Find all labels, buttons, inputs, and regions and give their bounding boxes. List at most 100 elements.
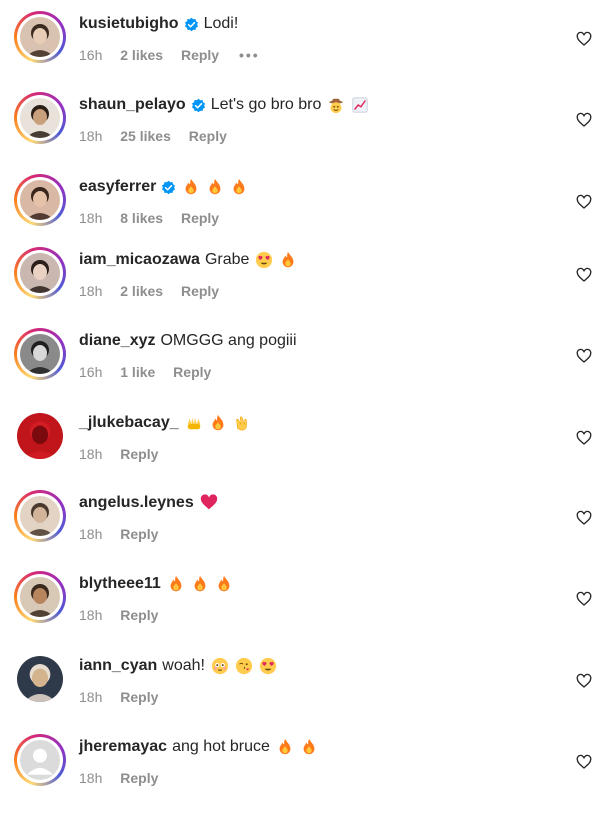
- avatar[interactable]: [14, 653, 66, 705]
- comment-meta: 18h Reply: [79, 689, 172, 705]
- comment-line: angelus.leynes: [79, 494, 218, 512]
- fire-emoji-icon: [209, 575, 233, 593]
- avatar[interactable]: [14, 328, 66, 380]
- reply-button[interactable]: Reply: [181, 47, 219, 63]
- avatar-image: [20, 180, 60, 220]
- heart-outline-icon[interactable]: [576, 510, 592, 526]
- avatar[interactable]: [14, 11, 66, 63]
- heart-outline-icon[interactable]: [576, 430, 592, 446]
- reply-button[interactable]: Reply: [173, 364, 211, 380]
- comment-username[interactable]: blytheee11: [79, 575, 161, 593]
- avatar[interactable]: [14, 174, 66, 226]
- heart-outline-icon[interactable]: [576, 348, 592, 364]
- avatar-image: [20, 98, 60, 138]
- avatar-image: [20, 253, 60, 293]
- avatar-image: [20, 496, 60, 536]
- fire-emoji-icon: [273, 251, 297, 269]
- comment-username[interactable]: iam_micaozawa: [79, 251, 200, 269]
- comment-text: Lodi!: [203, 15, 239, 32]
- comment-row: diane_xyz OMGGG ang pogiii 16h 1 like Re…: [0, 328, 600, 388]
- comment-text: OMGGG ang pogiii: [160, 332, 297, 349]
- avatar-image: [20, 740, 60, 780]
- fire-emoji-icon: [270, 738, 294, 756]
- comment-username[interactable]: jheremayac: [79, 738, 167, 756]
- avatar[interactable]: [14, 92, 66, 144]
- comment-username[interactable]: iann_cyan: [79, 657, 157, 675]
- comment-time: 18h: [79, 607, 103, 623]
- comment-meta: 16h 2 likes Reply •••: [79, 47, 274, 63]
- reply-button[interactable]: Reply: [181, 283, 219, 299]
- comment-username[interactable]: angelus.leynes: [79, 494, 194, 512]
- reply-button[interactable]: Reply: [181, 210, 219, 226]
- comment-line: iam_micaozawa Grabe: [79, 251, 297, 269]
- fire-emoji-icon: [185, 575, 209, 593]
- reply-button[interactable]: Reply: [120, 607, 158, 623]
- heart-outline-icon[interactable]: [576, 591, 592, 607]
- heart-emoji-icon: [194, 494, 218, 512]
- comment-likes[interactable]: 25 likes: [120, 128, 171, 144]
- avatar[interactable]: [14, 410, 66, 462]
- comment-time: 16h: [79, 47, 103, 63]
- cowboy-emoji-icon: [321, 96, 345, 114]
- comment-line: kusietubigho Lodi!: [79, 15, 238, 33]
- comment-time: 18h: [79, 689, 103, 705]
- avatar-image: [17, 413, 63, 459]
- avatar-image: [20, 17, 60, 57]
- reply-button[interactable]: Reply: [120, 446, 158, 462]
- comment-line: blytheee11: [79, 575, 233, 593]
- comment-meta: 18h 8 likes Reply: [79, 210, 233, 226]
- comment-time: 16h: [79, 364, 103, 380]
- comment-likes[interactable]: 2 likes: [120, 283, 163, 299]
- comment-username[interactable]: _jlukebacay_: [79, 414, 179, 432]
- heart-outline-icon[interactable]: [576, 112, 592, 128]
- fire-emoji-icon: [161, 575, 185, 593]
- heart-outline-icon[interactable]: [576, 31, 592, 47]
- comment-line: diane_xyz OMGGG ang pogiii: [79, 332, 297, 350]
- comment-meta: 18h Reply: [79, 446, 172, 462]
- comment-username[interactable]: kusietubigho: [79, 15, 179, 33]
- heart-outline-icon[interactable]: [576, 754, 592, 770]
- reply-button[interactable]: Reply: [189, 128, 227, 144]
- comment-meta: 18h 2 likes Reply: [79, 283, 233, 299]
- comment-username[interactable]: shaun_pelayo: [79, 96, 186, 114]
- avatar-image: [20, 577, 60, 617]
- comment-row: iann_cyan woah! 18h Reply: [0, 653, 600, 713]
- avatar[interactable]: [14, 490, 66, 542]
- comment-username[interactable]: diane_xyz: [79, 332, 155, 350]
- comment-time: 18h: [79, 210, 103, 226]
- flushed-emoji-icon: [205, 657, 229, 675]
- heart-outline-icon[interactable]: [576, 267, 592, 283]
- reply-button[interactable]: Reply: [120, 689, 158, 705]
- comment-row: kusietubigho Lodi! 16h 2 likes Reply •••: [0, 11, 600, 71]
- avatar[interactable]: [14, 571, 66, 623]
- comment-row: iam_micaozawa Grabe 18h 2 likes Reply: [0, 247, 600, 307]
- comment-line: iann_cyan woah!: [79, 657, 277, 675]
- heart-outline-icon[interactable]: [576, 194, 592, 210]
- comment-likes[interactable]: 2 likes: [120, 47, 163, 63]
- comment-row: angelus.leynes 18h Reply: [0, 490, 600, 550]
- comment-line: _jlukebacay_: [79, 414, 251, 432]
- chart-emoji-icon: [345, 96, 369, 114]
- comment-row: shaun_pelayo Let's go bro bro 18h 25 lik…: [0, 92, 600, 152]
- heart-outline-icon[interactable]: [576, 673, 592, 689]
- comment-meta: 18h Reply: [79, 607, 172, 623]
- more-options-icon[interactable]: •••: [239, 47, 260, 63]
- comment-text: Grabe: [204, 251, 250, 268]
- verified-badge-icon: [186, 98, 206, 113]
- comment-likes[interactable]: 1 like: [120, 364, 155, 380]
- raise-emoji-icon: [179, 414, 203, 432]
- avatar[interactable]: [14, 734, 66, 786]
- comment-likes[interactable]: 8 likes: [120, 210, 163, 226]
- comment-text: Let's go bro bro: [210, 96, 322, 113]
- avatar-image: [20, 334, 60, 374]
- comment-time: 18h: [79, 770, 103, 786]
- reply-button[interactable]: Reply: [120, 526, 158, 542]
- comment-time: 18h: [79, 283, 103, 299]
- comment-row: blytheee11 18h Reply: [0, 571, 600, 631]
- reply-button[interactable]: Reply: [120, 770, 158, 786]
- comment-username[interactable]: easyferrer: [79, 178, 156, 196]
- comment-meta: 18h 25 likes Reply: [79, 128, 241, 144]
- avatar[interactable]: [14, 247, 66, 299]
- comment-time: 18h: [79, 526, 103, 542]
- kiss-emoji-icon: [229, 657, 253, 675]
